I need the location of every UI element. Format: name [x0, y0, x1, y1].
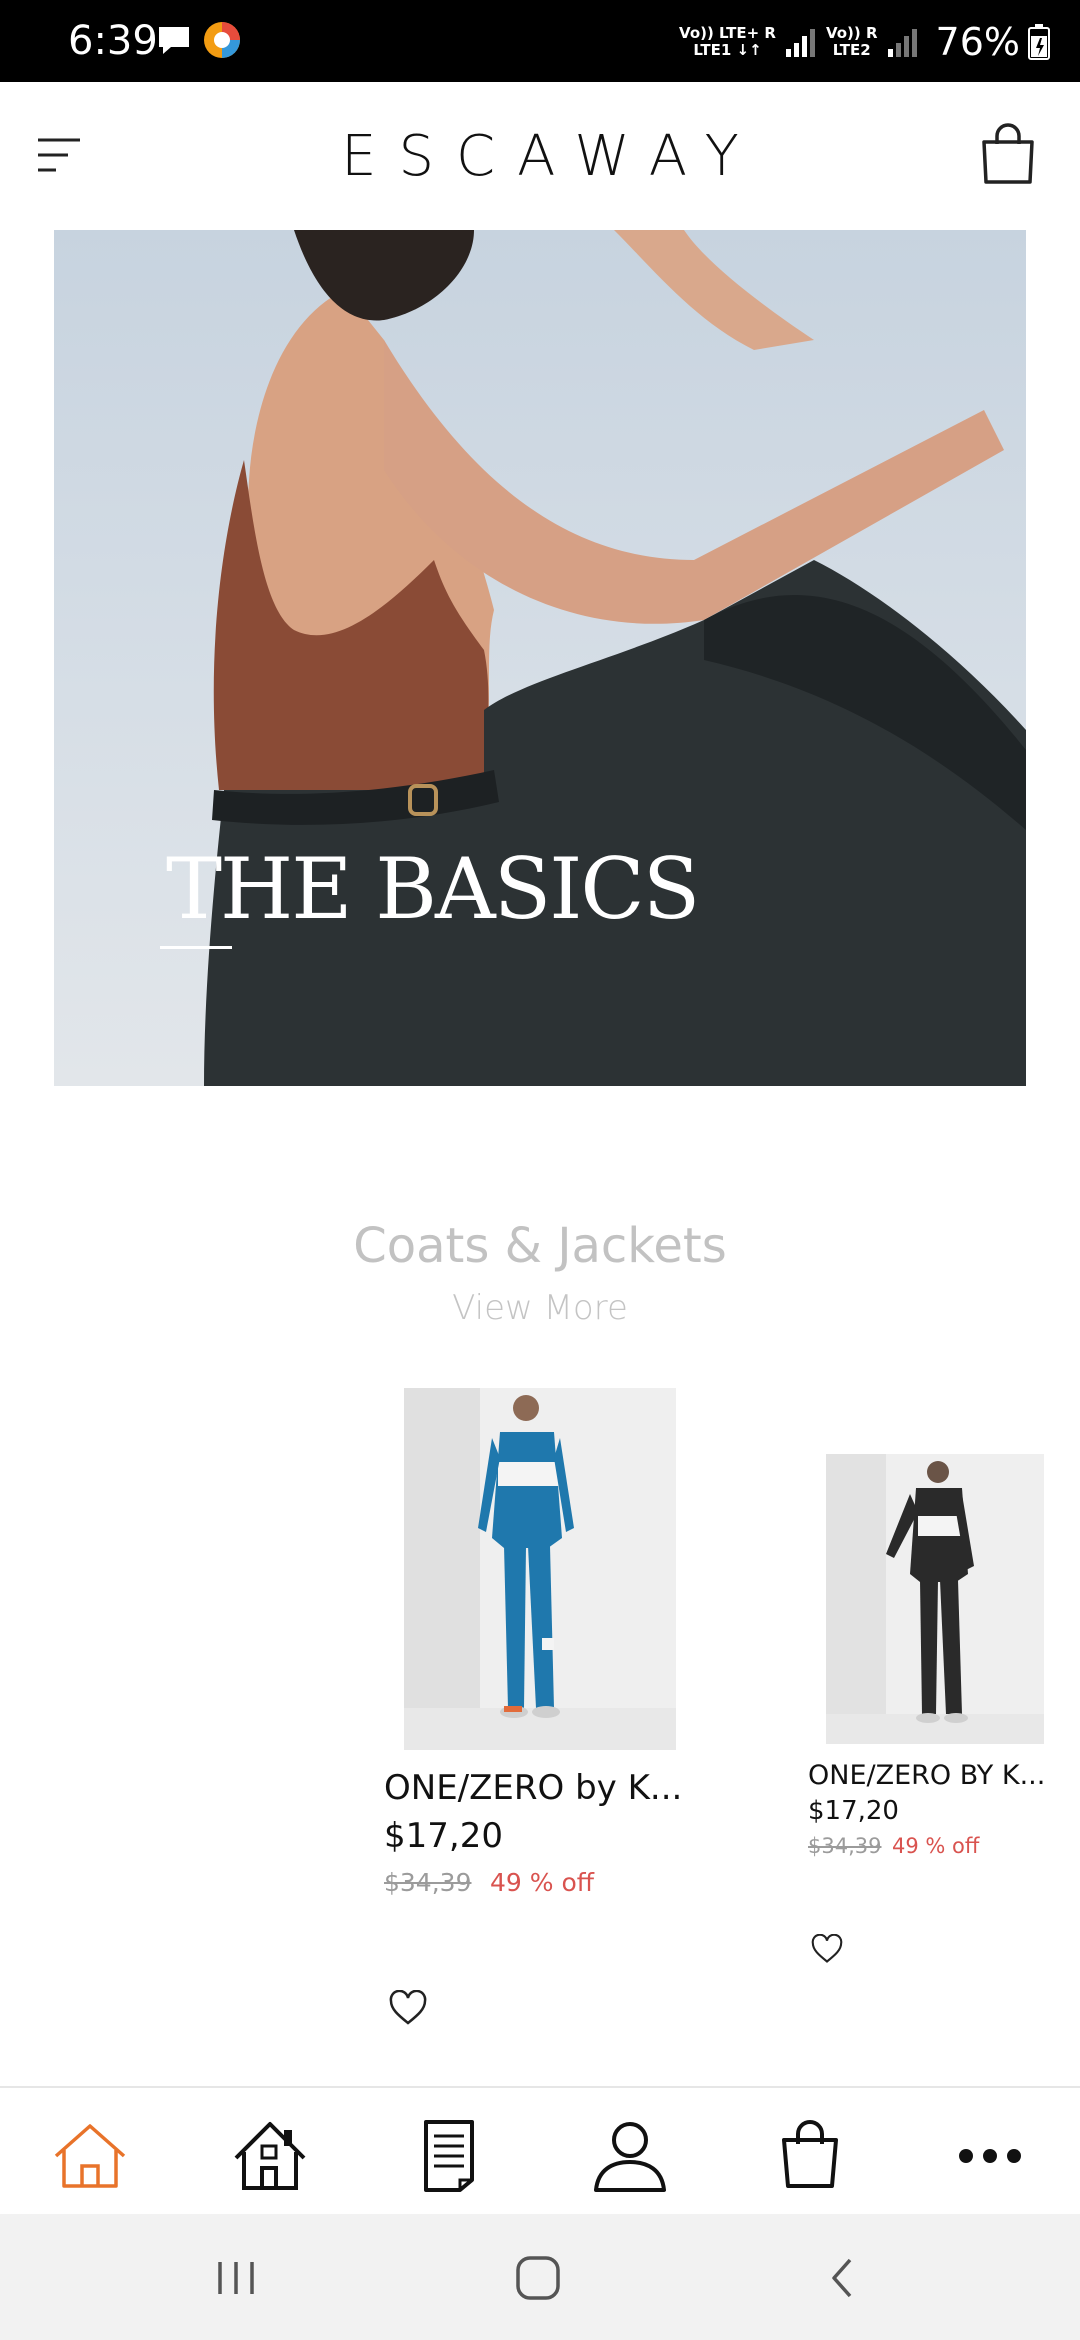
- house-icon: [234, 2122, 306, 2190]
- nav-home-tab[interactable]: [50, 2118, 130, 2194]
- home-outline-icon: [54, 2124, 126, 2188]
- nav-cart-tab[interactable]: [770, 2118, 850, 2194]
- hero-underline: [160, 946, 232, 949]
- sim1-label: Vo)) LTE+ R LTE1 ↓↑: [679, 25, 776, 59]
- product-old-price: $34,39: [384, 1868, 472, 1897]
- profile-icon: [594, 2122, 666, 2192]
- sim2-bottom: LTE2: [832, 41, 871, 59]
- more-icon: [959, 2149, 1021, 2163]
- bottom-navigation: [0, 2086, 1080, 2214]
- app-notification-icon: [204, 22, 240, 58]
- battery-percent: 76%: [935, 20, 1020, 64]
- nav-store-tab[interactable]: [230, 2118, 310, 2194]
- brand-logo[interactable]: ESCAWAY: [0, 124, 1080, 189]
- hero-image: [204, 230, 1026, 1086]
- product-price: $17,20: [384, 1816, 503, 1856]
- system-navigation-bar: [0, 2214, 1080, 2340]
- sim2-label: Vo)) R LTE2: [826, 25, 878, 59]
- status-right: Vo)) LTE+ R LTE1 ↓↑ Vo)) R LTE2 76%: [679, 14, 1050, 70]
- product-name: ONE/ZERO by K...: [384, 1768, 683, 1808]
- nav-more-tab[interactable]: [950, 2118, 1030, 2194]
- recents-icon[interactable]: [206, 2254, 266, 2302]
- product-image[interactable]: [826, 1454, 1044, 1744]
- nav-orders-tab[interactable]: [410, 2118, 490, 2194]
- status-time: 6:39: [68, 18, 158, 64]
- product-discount: 49 % off: [490, 1868, 594, 1897]
- sim2-top: Vo)) R: [825, 24, 878, 42]
- document-icon: [424, 2120, 474, 2192]
- status-bar: 6:39 Vo)) LTE+ R LTE1 ↓↑ Vo)) R LTE2 76%: [0, 0, 1080, 82]
- sim1-top: Vo)) LTE+ R: [679, 24, 776, 42]
- product-photo: [404, 1388, 676, 1750]
- section-title: Coats & Jackets: [353, 1218, 727, 1274]
- view-more-link[interactable]: View More: [0, 1288, 1080, 1328]
- back-icon[interactable]: [812, 2254, 872, 2302]
- product-old-price: $34,39: [808, 1834, 882, 1858]
- product-image[interactable]: [404, 1388, 676, 1750]
- shopping-bag-icon: [782, 2120, 838, 2188]
- wishlist-heart-icon[interactable]: [810, 1934, 844, 1964]
- message-notification-icon: [159, 27, 189, 54]
- hero-banner[interactable]: THE BASICS: [54, 230, 1026, 1086]
- app-header: ESCAWAY: [0, 82, 1080, 230]
- product-photo: [826, 1454, 1044, 1744]
- signal-icon: [887, 29, 917, 57]
- cart-bag-icon[interactable]: [978, 122, 1038, 186]
- product-price: $17,20: [808, 1796, 899, 1826]
- signal-icon: [785, 29, 815, 57]
- wishlist-heart-icon[interactable]: [388, 1990, 428, 2026]
- battery-icon: [1028, 24, 1050, 60]
- nav-profile-tab[interactable]: [590, 2118, 670, 2194]
- product-discount: 49 % off: [892, 1834, 980, 1858]
- hero-title: THE BASICS: [166, 840, 700, 938]
- sim1-bottom: LTE1 ↓↑: [693, 41, 762, 59]
- home-button-icon[interactable]: [508, 2254, 568, 2302]
- product-name: ONE/ZERO BY K...: [808, 1760, 1046, 1791]
